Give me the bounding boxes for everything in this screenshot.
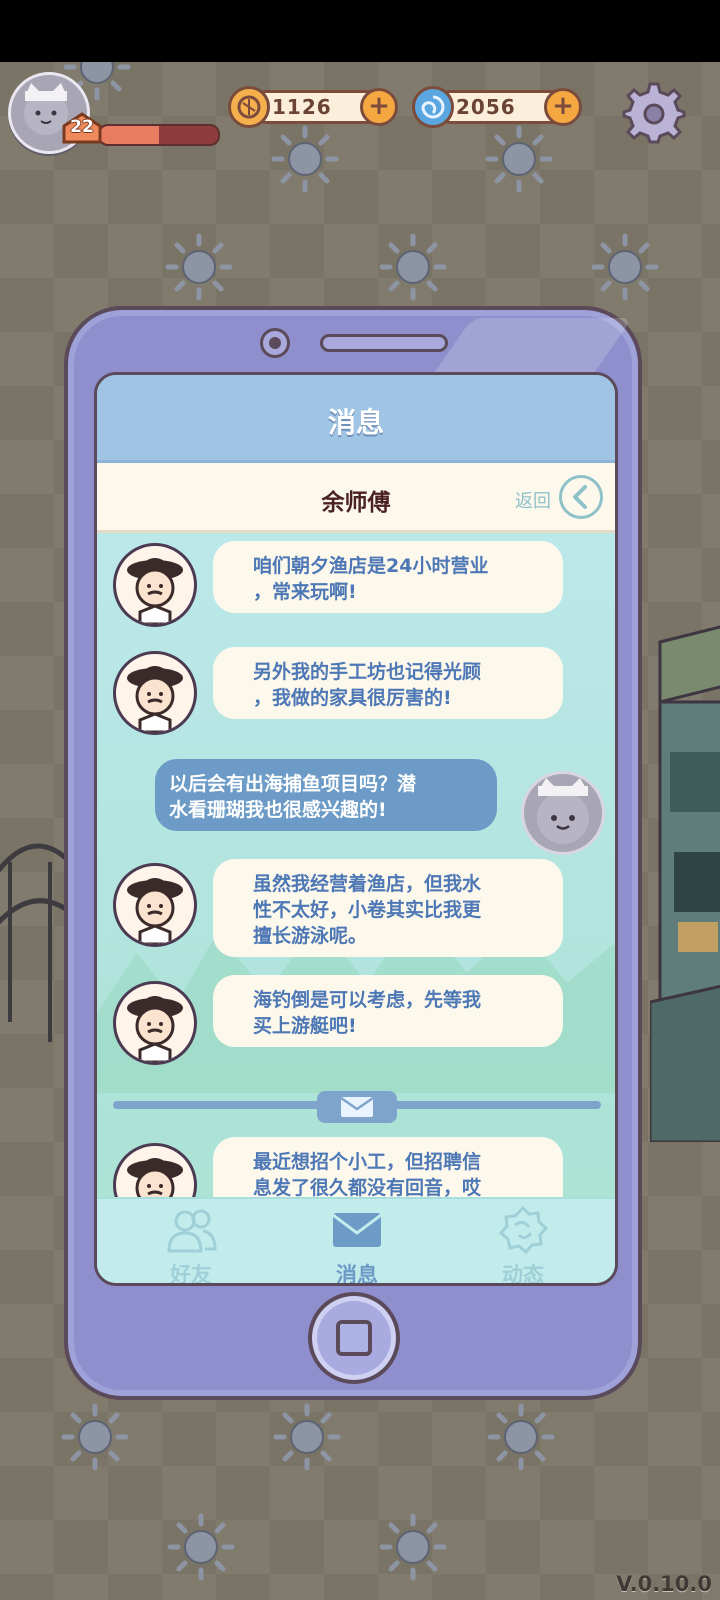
railing-scenery — [0, 843, 70, 1042]
sun-tile-icon — [271, 125, 339, 193]
fisherman-face-icon — [127, 558, 183, 624]
mail-icon — [332, 1213, 382, 1247]
screen-title: 消息 — [327, 406, 384, 439]
screen-header: 消息 — [97, 375, 615, 463]
fisherman-face-icon — [127, 1158, 183, 1197]
message-item: 另外我的手工坊也记得光顾 ，我做的家具很厉害的! — [97, 639, 615, 739]
fisherman-face-icon — [127, 996, 183, 1062]
sun-tile-icon — [487, 1403, 555, 1471]
add-gems-button[interactable]: + — [544, 88, 582, 126]
sun-tile-icon — [379, 233, 447, 301]
player-chat-avatar — [521, 771, 605, 855]
shop-building-scenery — [650, 625, 720, 1142]
message-bubble-incoming: 虽然我经营着渔店，但我水 性不太好，小卷其实比我更 擅长游泳呢。 — [213, 859, 563, 957]
message-line: 以后会有出海捕鱼项目吗？潜 — [169, 773, 417, 795]
message-line: ，我做的家具很厉害的! — [253, 687, 452, 709]
message-line: 海钓倒是可以考虑，先等我 — [253, 989, 482, 1011]
coin-emblem-icon — [237, 95, 261, 119]
tab-friends-label: 好友 — [170, 1263, 212, 1286]
coin-counter: 1126 + — [228, 86, 398, 128]
message-line: 最近想招个小工，但招聘信 — [253, 1151, 482, 1173]
message-bubble-outgoing: 以后会有出海捕鱼项目吗？潜 水看珊瑚我也很感兴趣的! — [155, 759, 497, 831]
settings-gear-icon[interactable] — [622, 80, 686, 144]
message-line: 擅长游泳呢。 — [253, 925, 368, 947]
message-item: 海钓倒是可以考虑，先等我 买上游艇吧! — [97, 975, 615, 1075]
gem-counter: 2056 + — [412, 86, 582, 128]
message-line: 水看珊瑚我也很感兴趣的! — [169, 799, 387, 821]
sun-tile-icon — [167, 1513, 235, 1581]
phone-screen: 消息 余师傅 返回 咱们朝夕渔店是24小时营业 ，常来玩啊! 另外我的手工坊也记… — [94, 372, 618, 1286]
version-label: V.0.10.0 — [616, 1572, 712, 1596]
message-list[interactable]: 咱们朝夕渔店是24小时营业 ，常来玩啊! 另外我的手工坊也记得光顾 ，我做的家具… — [97, 533, 615, 1197]
phone-camera — [260, 328, 290, 358]
sun-tile-icon — [273, 1403, 341, 1471]
npc-avatar — [113, 863, 197, 947]
message-bubble-incoming: 咱们朝夕渔店是24小时营业 ，常来玩啊! — [213, 541, 563, 613]
npc-avatar — [113, 981, 197, 1065]
back-label[interactable]: 返回 — [515, 487, 551, 513]
message-item: 虽然我经营着渔店，但我水 性不太好，小卷其实比我更 擅长游泳呢。 — [97, 859, 615, 969]
bottom-nav: 好友 消息 动态 — [97, 1197, 615, 1286]
sun-tile-icon — [591, 233, 659, 301]
message-line: 性不太好，小卷其实比我更 — [253, 899, 482, 921]
phone-home-button[interactable] — [308, 1292, 400, 1384]
tab-messages[interactable]: 消息 — [297, 1199, 417, 1286]
fisherman-face-icon — [127, 666, 183, 732]
tab-messages-label: 消息 — [336, 1263, 378, 1286]
add-coins-button[interactable]: + — [360, 88, 398, 126]
message-item: 最近想招个小工，但招聘信 息发了很久都没有回音，哎 — [97, 1137, 615, 1197]
divider-mail-badge — [317, 1091, 397, 1123]
back-button[interactable] — [559, 475, 603, 519]
xp-progress-fill — [100, 126, 159, 144]
phone-speaker — [320, 334, 448, 352]
xp-progress-bar — [98, 124, 220, 146]
envelope-icon — [340, 1096, 374, 1117]
status-bar — [0, 0, 720, 62]
npc-avatar — [113, 543, 197, 627]
message-bubble-incoming: 最近想招个小工，但招聘信 息发了很久都没有回音，哎 — [213, 1137, 563, 1197]
home-square-icon — [336, 1320, 372, 1356]
contact-bar: 余师傅 返回 — [97, 463, 615, 533]
sun-tile-icon — [485, 125, 553, 193]
sun-tile-icon — [379, 1513, 447, 1581]
moments-icon — [498, 1205, 549, 1255]
message-line: ，常来玩啊! — [253, 581, 357, 603]
message-line: 咱们朝夕渔店是24小时营业 — [253, 555, 489, 577]
npc-avatar — [113, 651, 197, 735]
fisherman-face-icon — [127, 878, 183, 944]
friends-icon — [167, 1209, 217, 1253]
npc-avatar — [113, 1143, 197, 1197]
message-line: 另外我的手工坊也记得光顾 — [253, 661, 482, 683]
tab-moments-label: 动态 — [502, 1263, 544, 1286]
message-bubble-incoming: 另外我的手工坊也记得光顾 ，我做的家具很厉害的! — [213, 647, 563, 719]
chevron-left-icon — [573, 485, 587, 509]
message-line: 息发了很久都没有回音，哎 — [253, 1177, 482, 1197]
message-bubble-incoming: 海钓倒是可以考虑，先等我 买上游艇吧! — [213, 975, 563, 1047]
message-line: 虽然我经营着渔店，但我水 — [253, 873, 482, 895]
coin-icon — [228, 86, 270, 128]
player-level: 22 — [70, 117, 94, 137]
message-item: 以后会有出海捕鱼项目吗？潜 水看珊瑚我也很感兴趣的! — [97, 753, 615, 855]
sun-tile-icon — [165, 233, 233, 301]
gem-amount: 2056 — [456, 95, 516, 119]
message-item: 咱们朝夕渔店是24小时营业 ，常来玩啊! — [97, 533, 615, 633]
cat-face-icon — [537, 778, 589, 844]
gem-icon — [412, 86, 454, 128]
phone-frame: 消息 余师傅 返回 咱们朝夕渔店是24小时营业 ，常来玩啊! 另外我的手工坊也记… — [64, 306, 642, 1400]
message-line: 买上游艇吧! — [253, 1015, 357, 1037]
coin-amount: 1126 — [272, 95, 332, 119]
sun-tile-icon — [61, 1403, 129, 1471]
tab-friends[interactable]: 好友 — [131, 1199, 251, 1286]
swirl-icon — [421, 95, 445, 119]
tab-moments[interactable]: 动态 — [463, 1199, 583, 1286]
